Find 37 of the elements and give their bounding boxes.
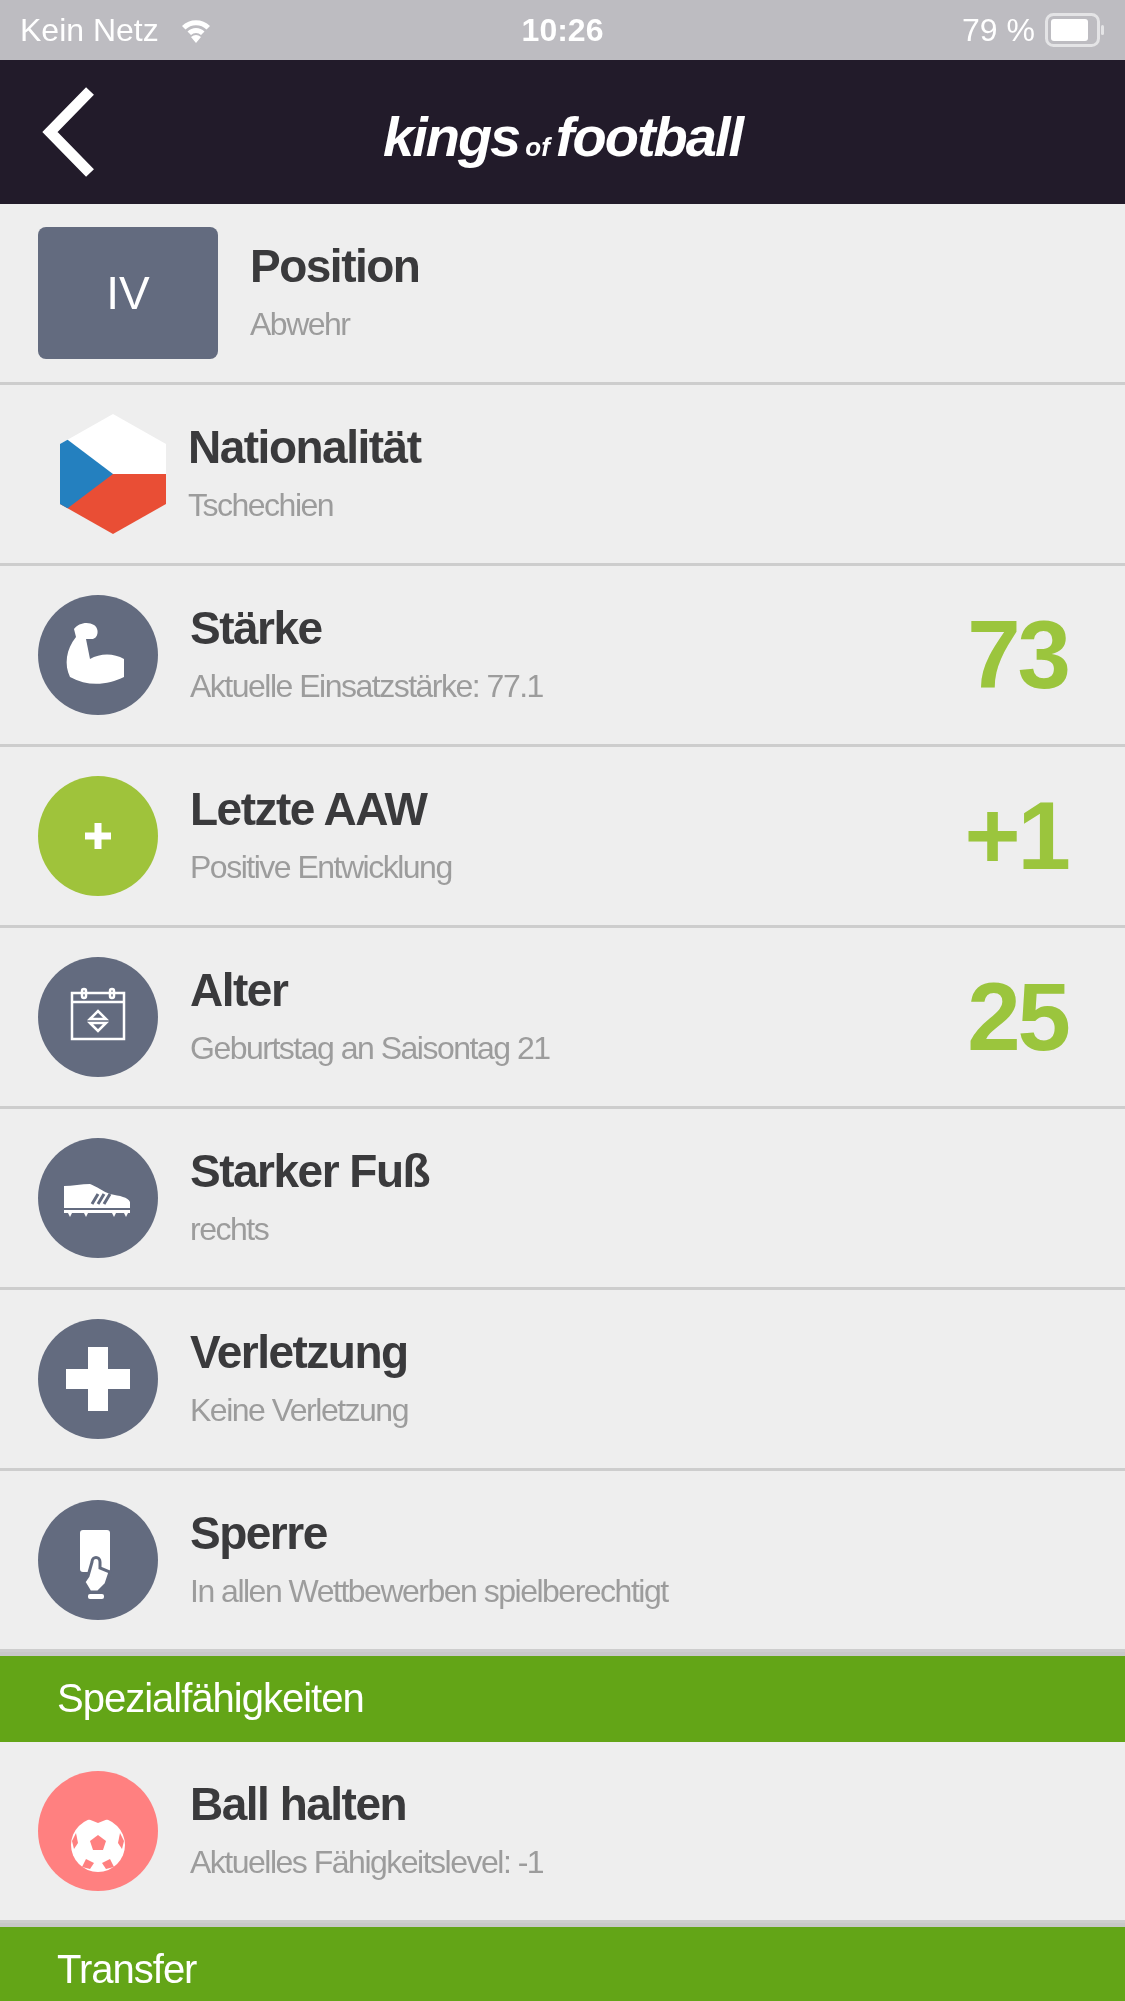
row-title: Stärke [190, 601, 323, 656]
row-subtitle: rechts [190, 1210, 270, 1249]
row-title: Position [250, 239, 421, 294]
row-subtitle: Tschechien [188, 486, 335, 525]
row-value: 73 [967, 600, 1068, 710]
app-logo: kings of football [383, 104, 742, 170]
list-row[interactable]: IV Position Abwehr [0, 204, 1125, 385]
row-value: +1 [964, 781, 1068, 891]
row-subtitle: Geburtstag an Saisontag 21 [190, 1029, 551, 1068]
row-title: Ball halten [190, 1777, 408, 1832]
row-title: Letzte AAW [190, 782, 429, 837]
time-text: 10:26 [521, 11, 604, 50]
row-value: 25 [967, 962, 1068, 1072]
carrier-text: Kein Netz [20, 11, 159, 50]
battery-text: 79 % [962, 11, 1035, 50]
row-subtitle: Aktuelle Einsatzstärke: 77.1 [190, 667, 544, 706]
row-subtitle: In allen Wettbewerben spielberechtigt [190, 1572, 670, 1611]
row-title: Starker Fuß [190, 1144, 431, 1199]
row-subtitle: Abwehr [250, 305, 351, 344]
list-row[interactable]: Verletzung Keine Verletzung [0, 1290, 1125, 1471]
list-row[interactable]: Nationalität Tschechien [0, 385, 1125, 566]
list-row[interactable]: Starker Fuß rechts [0, 1109, 1125, 1290]
position-badge: IV [38, 227, 218, 359]
row-subtitle: Keine Verletzung [190, 1391, 409, 1430]
list-row[interactable]: Letzte AAW Positive Entwicklung +1 [0, 747, 1125, 928]
row-title: Sperre [190, 1506, 328, 1561]
battery-icon [1045, 13, 1105, 47]
list-row[interactable]: Alter Geburtstag an Saisontag 21 25 [0, 928, 1125, 1109]
row-title: Alter [190, 963, 289, 1018]
row-subtitle: Positive Entwicklung [190, 848, 453, 887]
row-subtitle: Aktuelles Fähigkeitslevel: -1 [190, 1843, 545, 1882]
section-header: Transfer [0, 1923, 1125, 2001]
row-title: Verletzung [190, 1325, 409, 1380]
row-title: Nationalität [188, 420, 422, 475]
flag-icon [60, 414, 166, 534]
section-header: Spezialfähigkeiten [0, 1652, 1125, 1742]
list-row[interactable]: Stärke Aktuelle Einsatzstärke: 77.1 73 [0, 566, 1125, 747]
